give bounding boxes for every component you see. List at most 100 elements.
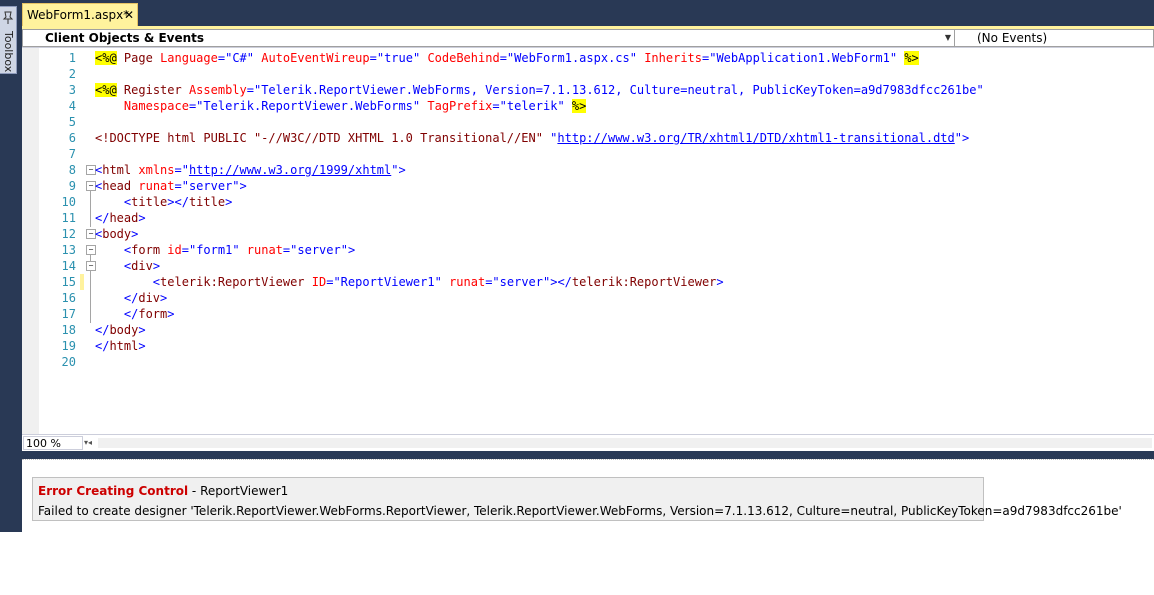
- line-number: 7: [68, 147, 76, 161]
- directive-keyword: Register: [123, 83, 182, 97]
- doctype-text: <!DOCTYPE html PUBLIC "-//W3C//DTD XHTML…: [95, 131, 543, 145]
- code-editor[interactable]: 1 <%@ Page Language="C#" AutoEventWireup…: [22, 48, 1154, 434]
- chevron-down-icon[interactable]: ▼: [943, 30, 953, 46]
- error-control-box[interactable]: Error Creating Control - ReportViewer1 F…: [32, 477, 1122, 521]
- attr-value: "WebApplication1.WebForm1": [709, 51, 898, 65]
- line-number: 17: [61, 307, 76, 321]
- code-line-6[interactable]: 6 <!DOCTYPE html PUBLIC "-//W3C//DTD XHT…: [22, 130, 1154, 146]
- code-line-3[interactable]: 3 <%@ Register Assembly="Telerik.ReportV…: [22, 82, 1154, 98]
- code-line-7[interactable]: 7: [22, 146, 1154, 162]
- events-value: (No Events): [977, 31, 1048, 45]
- attr-value: "true": [376, 51, 421, 65]
- code-text[interactable]: <title></title>: [95, 194, 232, 210]
- attr-value: "ReportViewer1": [333, 275, 442, 289]
- code-line-18[interactable]: 18 </body>: [22, 322, 1154, 338]
- attr-value: "server": [181, 179, 240, 193]
- directive-close: %>: [571, 99, 587, 113]
- doctype-link[interactable]: http://www.w3.org/TR/xhtml1/DTD/xhtml1-t…: [557, 131, 954, 145]
- code-line-11[interactable]: 11 </head>: [22, 210, 1154, 226]
- code-line-1[interactable]: 1 <%@ Page Language="C#" AutoEventWireup…: [22, 50, 1154, 66]
- attr-name: Assembly: [188, 83, 247, 97]
- toolbox-panel: Toolbox: [0, 0, 22, 532]
- code-line-17[interactable]: 17 </form>: [22, 306, 1154, 322]
- line-number: 12: [61, 227, 76, 241]
- code-line-9[interactable]: 9 − <head runat="server">: [22, 178, 1154, 194]
- change-indicator: [80, 274, 84, 290]
- code-line-5[interactable]: 5: [22, 114, 1154, 130]
- code-line-20[interactable]: 20: [22, 354, 1154, 370]
- design-surface[interactable]: Error Creating Control - ReportViewer1 F…: [22, 459, 1154, 533]
- code-line-8[interactable]: 8 − <html xmlns="http://www.w3.org/1999/…: [22, 162, 1154, 178]
- line-number: 20: [61, 355, 76, 369]
- code-text[interactable]: <head runat="server">: [95, 178, 247, 194]
- attr-name: TagPrefix: [427, 99, 493, 113]
- code-line-10[interactable]: 10 <title></title>: [22, 194, 1154, 210]
- line-number: 8: [68, 163, 76, 177]
- attr-name: Inherits: [644, 51, 702, 65]
- line-number: 13: [61, 243, 76, 257]
- scroll-left-icon[interactable]: ◂: [88, 436, 92, 450]
- code-line-16[interactable]: 16 </div>: [22, 290, 1154, 306]
- tag-name: form: [138, 307, 168, 321]
- tag-name: telerik:ReportViewer: [160, 275, 305, 289]
- tag-name: title: [188, 195, 226, 209]
- code-text[interactable]: <div>: [95, 258, 160, 274]
- code-text[interactable]: </head>: [95, 210, 146, 226]
- code-line-12[interactable]: 12 − <body>: [22, 226, 1154, 242]
- xmlns-link[interactable]: http://www.w3.org/1999/xhtml: [189, 163, 391, 177]
- line-number: 4: [68, 99, 76, 113]
- code-text[interactable]: <form id="form1" runat="server">: [95, 242, 355, 258]
- code-line-4[interactable]: 4 Namespace="Telerik.ReportViewer.WebFor…: [22, 98, 1154, 114]
- attr-name: id: [167, 243, 182, 257]
- code-text[interactable]: </form>: [95, 306, 175, 322]
- navigation-bar: Client Objects & Events ▼ (No Events): [22, 29, 1154, 48]
- code-text[interactable]: <%@ Register Assembly="Telerik.ReportVie…: [95, 82, 984, 98]
- code-line-15[interactable]: 15 <telerik:ReportViewer ID="ReportViewe…: [22, 274, 1154, 290]
- toolbox-tab[interactable]: Toolbox: [0, 6, 17, 74]
- code-line-13[interactable]: 13 − <form id="form1" runat="server">: [22, 242, 1154, 258]
- client-objects-dropdown[interactable]: Client Objects & Events ▼: [22, 29, 956, 47]
- attr-name: runat: [138, 179, 175, 193]
- tag-name: head: [102, 179, 132, 193]
- line-number: 9: [68, 179, 76, 193]
- code-line-19[interactable]: 19 </html>: [22, 338, 1154, 354]
- attr-value: "Telerik.ReportViewer.WebForms": [196, 99, 421, 113]
- editor-window: WebForm1.aspx* ✕ Client Objects & Events…: [22, 0, 1154, 533]
- attr-value: "telerik": [499, 99, 565, 113]
- attr-value: "WebForm1.aspx.cs": [506, 51, 637, 65]
- horizontal-scrollbar[interactable]: [98, 438, 1152, 448]
- editor-bottom-bar: 100 % ▾ ◂: [22, 434, 1154, 452]
- attr-value: "C#": [225, 51, 254, 65]
- error-message: Failed to create designer 'Telerik.Repor…: [38, 504, 1122, 518]
- document-tab-webform1[interactable]: WebForm1.aspx* ✕: [22, 3, 138, 26]
- document-tab-title: WebForm1.aspx*: [27, 8, 130, 22]
- line-number: 6: [68, 131, 76, 145]
- directive-open: <%@: [95, 83, 117, 97]
- code-text[interactable]: <%@ Page Language="C#" AutoEventWireup="…: [95, 50, 919, 66]
- code-line-14[interactable]: 14 − <div>: [22, 258, 1154, 274]
- events-dropdown[interactable]: (No Events): [954, 29, 1154, 47]
- code-text[interactable]: Namespace="Telerik.ReportViewer.WebForms…: [95, 98, 587, 114]
- code-text[interactable]: <!DOCTYPE html PUBLIC "-//W3C//DTD XHTML…: [95, 130, 969, 146]
- attr-name: runat: [449, 275, 486, 289]
- close-tab-icon[interactable]: ✕: [121, 5, 137, 25]
- code-text[interactable]: </body>: [95, 322, 146, 338]
- code-text[interactable]: <body>: [95, 226, 138, 242]
- code-text[interactable]: </div>: [95, 290, 167, 306]
- code-line-2[interactable]: 2: [22, 66, 1154, 82]
- tag-name: head: [109, 211, 139, 225]
- line-number: 1: [68, 51, 76, 65]
- zoom-dropdown[interactable]: 100 %: [23, 436, 83, 450]
- tag-name: html: [102, 163, 132, 177]
- pin-icon[interactable]: [2, 11, 14, 25]
- code-text[interactable]: <html xmlns="http://www.w3.org/1999/xhtm…: [95, 162, 406, 178]
- line-number: 18: [61, 323, 76, 337]
- splitter-bar[interactable]: [22, 451, 1154, 459]
- zoom-value: 100 %: [26, 437, 61, 450]
- directive-close: %>: [904, 51, 919, 65]
- line-number: 14: [61, 259, 76, 273]
- attr-value: "server": [290, 243, 348, 257]
- attr-value: "form1": [188, 243, 240, 257]
- code-text[interactable]: <telerik:ReportViewer ID="ReportViewer1"…: [95, 274, 724, 290]
- code-text[interactable]: </html>: [95, 338, 146, 354]
